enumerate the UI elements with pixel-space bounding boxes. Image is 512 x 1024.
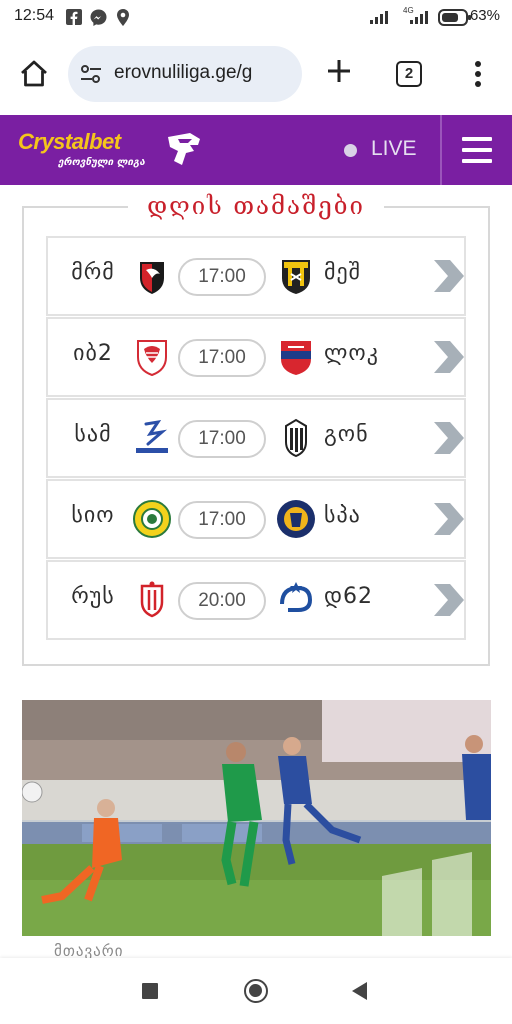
dinamo-tbilisi-crest-icon bbox=[280, 582, 313, 612]
live-dot-icon bbox=[344, 144, 357, 157]
home-team-code: მრმ bbox=[71, 260, 115, 285]
sioni-crest-icon bbox=[133, 500, 171, 538]
brand-name: Crystalbet bbox=[18, 129, 121, 154]
news-photo-football-match[interactable] bbox=[22, 700, 491, 936]
hamburger-menu-icon[interactable] bbox=[460, 135, 494, 165]
news-caption[interactable]: მთავარი bbox=[54, 942, 123, 958]
tab-switcher-button[interactable]: 2 bbox=[396, 61, 422, 87]
chevron-right-icon[interactable] bbox=[432, 339, 466, 375]
live-label: LIVE bbox=[371, 137, 417, 160]
knight-helmet-icon bbox=[168, 133, 200, 165]
away-team-code: დ62 bbox=[324, 584, 373, 609]
iberia-crest-icon bbox=[137, 340, 167, 377]
merani-martvili-crest-icon bbox=[140, 262, 164, 294]
kickoff-time: 17:00 bbox=[178, 258, 266, 296]
signal-2-icon bbox=[410, 11, 428, 24]
battery-icon bbox=[438, 9, 471, 26]
kickoff-time: 17:00 bbox=[178, 501, 266, 539]
kickoff-time: 17:00 bbox=[178, 420, 266, 458]
site-settings-icon[interactable] bbox=[80, 64, 102, 84]
away-team-code: გონ bbox=[324, 422, 369, 447]
away-team-code: ლოკ bbox=[324, 341, 379, 366]
gonio-crest-icon bbox=[285, 418, 307, 458]
header-divider bbox=[440, 115, 442, 185]
crystalbet-logo[interactable]: Crystalbet ეროვნული ლიგა bbox=[18, 129, 208, 173]
status-bar: 12:54 4G 63% bbox=[0, 0, 512, 34]
samtredia-crest-icon bbox=[136, 419, 168, 453]
clock: 12:54 bbox=[14, 7, 55, 24]
match-row[interactable]: რუს 20:00 დ62 bbox=[46, 560, 466, 640]
spaeri-crest-icon bbox=[277, 500, 315, 538]
kickoff-time: 17:00 bbox=[178, 339, 266, 377]
chevron-right-icon[interactable] bbox=[432, 258, 466, 294]
more-menu-icon[interactable] bbox=[466, 58, 490, 90]
address-bar[interactable]: erovnuliliga.ge/g bbox=[68, 46, 302, 102]
url-text[interactable]: erovnuliliga.ge/g bbox=[114, 62, 296, 84]
brand-subtitle: ეროვნული ლიგა bbox=[58, 157, 145, 168]
home-team-code: იბ2 bbox=[73, 341, 113, 366]
match-row[interactable]: სამ 17:00 გონ bbox=[46, 398, 466, 478]
chevron-right-icon[interactable] bbox=[432, 582, 466, 618]
match-row[interactable]: მრმ 17:00 მეშ bbox=[46, 236, 466, 316]
home-team-code: რუს bbox=[71, 584, 115, 609]
recents-icon[interactable] bbox=[142, 983, 158, 999]
lokomotivi-crest-icon bbox=[281, 341, 311, 375]
rustavi-crest-icon bbox=[140, 581, 164, 618]
home-icon[interactable] bbox=[18, 58, 50, 90]
site-header: Crystalbet ეროვნული ლიგა LIVE bbox=[0, 115, 512, 185]
meshakhte-crest-icon bbox=[282, 260, 310, 294]
kickoff-time: 20:00 bbox=[178, 582, 266, 620]
match-row[interactable]: იბ2 17:00 ლოკ bbox=[46, 317, 466, 397]
chevron-right-icon[interactable] bbox=[432, 501, 466, 537]
new-tab-icon[interactable] bbox=[324, 56, 354, 86]
match-row[interactable]: სიო 17:00 სპა bbox=[46, 479, 466, 559]
away-team-code: მეშ bbox=[324, 260, 362, 285]
home-team-code: სამ bbox=[74, 422, 112, 447]
back-triangle-icon[interactable] bbox=[352, 982, 367, 1000]
day-matches-title: დღის თამაშები bbox=[128, 188, 384, 224]
home-team-code: სიო bbox=[71, 503, 115, 528]
browser-toolbar: erovnuliliga.ge/g 2 bbox=[0, 34, 512, 114]
chevron-right-icon[interactable] bbox=[432, 420, 466, 456]
android-nav-bar bbox=[0, 958, 512, 1024]
messenger-icon bbox=[90, 9, 107, 26]
location-pin-icon bbox=[117, 9, 129, 26]
signal-icon bbox=[370, 11, 388, 24]
battery-percent: 63% bbox=[469, 7, 500, 24]
facebook-icon bbox=[66, 9, 82, 25]
away-team-code: სპა bbox=[324, 503, 361, 528]
home-circle-icon[interactable] bbox=[244, 979, 268, 1003]
